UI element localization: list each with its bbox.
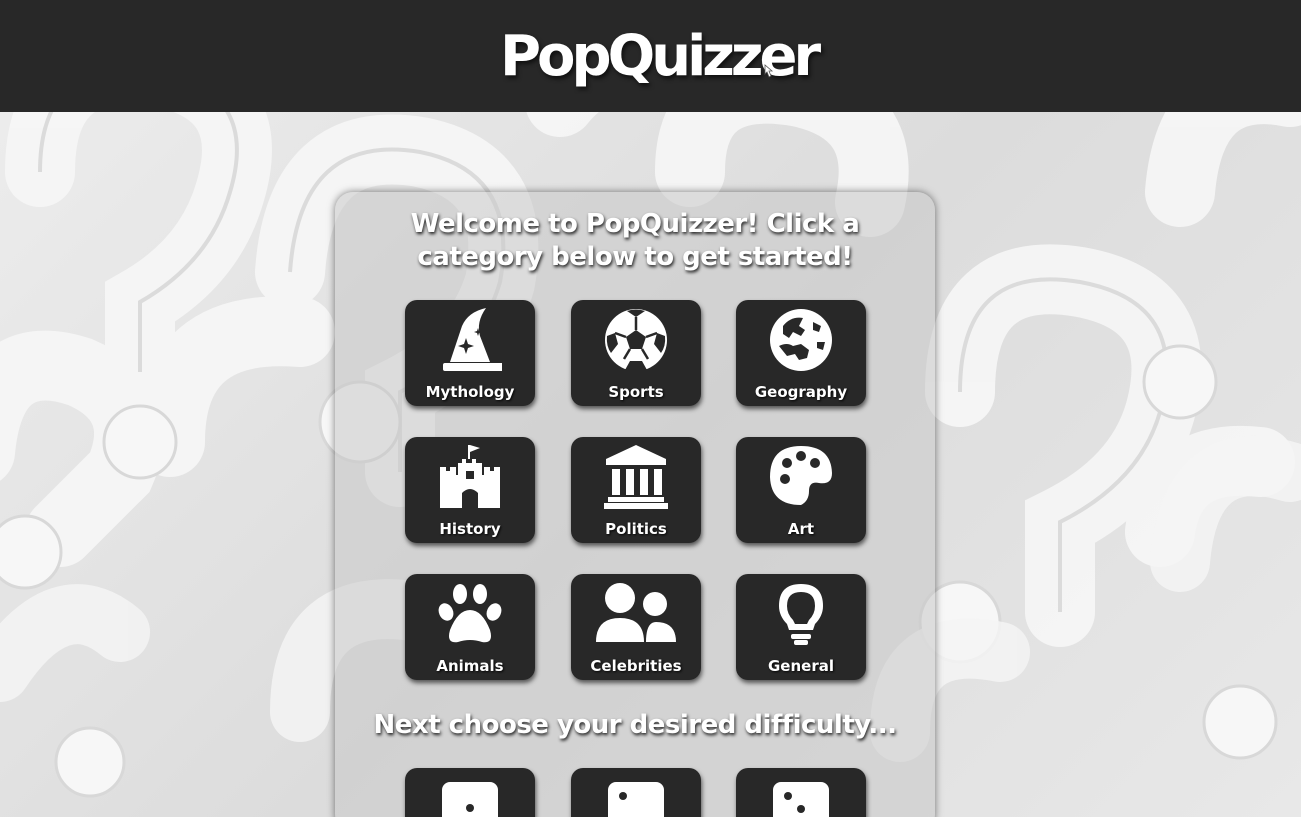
category-geography[interactable]: Geography bbox=[736, 300, 866, 406]
category-label: Sports bbox=[608, 383, 664, 401]
category-politics[interactable]: Politics bbox=[571, 437, 701, 543]
category-mythology[interactable]: Mythology bbox=[405, 300, 535, 406]
category-animals[interactable]: Animals bbox=[405, 574, 535, 680]
castle-icon bbox=[440, 445, 500, 508]
category-sports[interactable]: Sports bbox=[571, 300, 701, 406]
category-label: Animals bbox=[436, 657, 504, 675]
pointer-cursor-icon bbox=[764, 64, 774, 78]
users-icon bbox=[596, 583, 676, 642]
category-general[interactable]: General bbox=[736, 574, 866, 680]
palette-icon bbox=[770, 446, 832, 505]
category-history[interactable]: History bbox=[405, 437, 535, 543]
paw-icon bbox=[438, 584, 502, 643]
difficulty-medium[interactable] bbox=[571, 768, 701, 817]
category-label: Art bbox=[787, 520, 815, 538]
difficulty-hard[interactable] bbox=[736, 768, 866, 817]
category-label: Mythology bbox=[425, 383, 515, 401]
dice-two-icon bbox=[608, 782, 664, 817]
category-art[interactable]: Art bbox=[736, 437, 866, 543]
category-label: Geography bbox=[754, 383, 848, 401]
category-label: Celebrities bbox=[590, 657, 682, 675]
difficulty-heading: Next choose your desired difficulty... bbox=[373, 710, 897, 740]
dice-three-icon bbox=[773, 782, 829, 817]
globe-icon bbox=[770, 309, 832, 371]
dice-one-icon bbox=[442, 782, 498, 817]
lightbulb-icon bbox=[779, 584, 823, 645]
category-label: General bbox=[768, 657, 834, 675]
difficulty-easy[interactable] bbox=[405, 768, 535, 817]
app-logo[interactable]: PopQuizzer bbox=[500, 22, 821, 92]
category-label: History bbox=[439, 520, 501, 538]
header-bar: PopQuizzer bbox=[0, 0, 1301, 112]
welcome-heading: Welcome to PopQuizzer! Click a category … bbox=[410, 209, 860, 272]
soccer-ball-icon bbox=[605, 309, 667, 372]
category-label: Politics bbox=[605, 520, 667, 538]
category-celebrities[interactable]: Celebrities bbox=[571, 574, 701, 680]
landmark-icon bbox=[604, 445, 668, 509]
wizard-hat-icon bbox=[443, 308, 502, 371]
